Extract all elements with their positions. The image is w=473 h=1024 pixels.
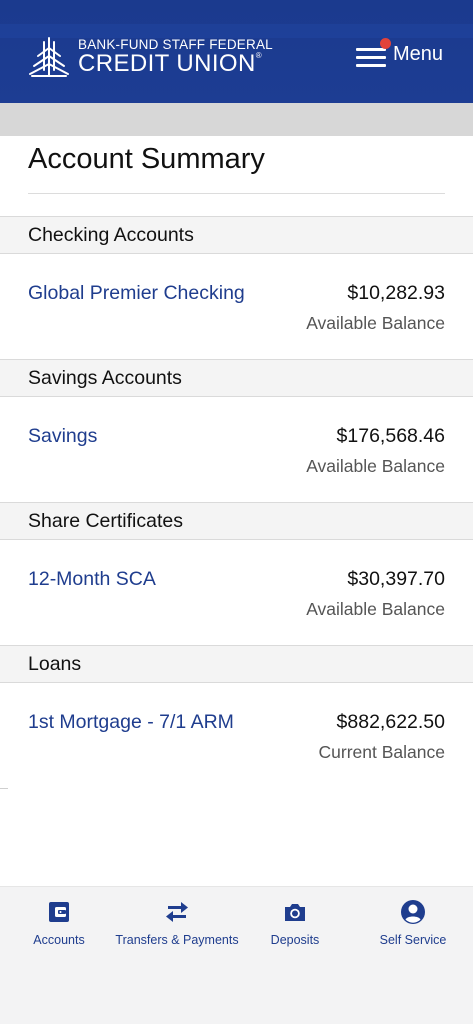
account-balance: $10,282.93 — [347, 282, 445, 304]
logo-registered-mark: ® — [255, 51, 262, 61]
logo-text: BANK-FUND STAFF FEDERAL CREDIT UNION® — [78, 38, 273, 77]
balance-label: Available Balance — [306, 456, 445, 476]
app-header: BANK-FUND STAFF FEDERAL CREDIT UNION® Me… — [0, 0, 473, 103]
header-divider-band — [0, 103, 473, 136]
menu-button[interactable]: Menu — [355, 37, 443, 67]
logo-credit-union: CREDIT UNION — [78, 50, 256, 78]
tab-label: Self Service — [379, 933, 447, 947]
balance-label: Current Balance — [318, 742, 445, 762]
section-header-loans: Loans — [0, 645, 473, 683]
logo-top-line: BANK-FUND STAFF FEDERAL — [78, 36, 273, 52]
wallet-icon — [49, 902, 69, 922]
account-name[interactable]: Savings — [28, 425, 97, 448]
user-circle-icon — [401, 900, 425, 924]
notification-dot — [379, 37, 391, 49]
camera-icon — [285, 904, 305, 921]
bottom-tab-bar: Accounts Transfers & Payments Deposits S… — [0, 886, 473, 1024]
tab-label: Transfers & Payments — [115, 933, 239, 947]
transfer-arrows-icon — [166, 902, 188, 922]
section-header-certificates: Share Certificates — [0, 502, 473, 540]
account-row-certificate[interactable]: 12-Month SCA $30,397.70 Available Balanc… — [0, 540, 473, 645]
logo-bottom-line: CREDIT UNION® — [78, 52, 273, 76]
tab-transfers-payments[interactable]: Transfers & Payments — [115, 899, 239, 959]
account-balance: $176,568.46 — [336, 425, 445, 447]
account-balance: $30,397.70 — [347, 568, 445, 590]
balance-label: Available Balance — [306, 313, 445, 333]
hamburger-icon — [355, 37, 391, 67]
account-name[interactable]: 1st Mortgage - 7/1 ARM — [28, 711, 234, 734]
account-name[interactable]: 12-Month SCA — [28, 568, 156, 591]
tab-label: Accounts — [33, 933, 85, 947]
account-row-savings[interactable]: Savings $176,568.46 Available Balance — [0, 397, 473, 502]
tab-label: Deposits — [270, 933, 320, 947]
tab-deposits[interactable]: Deposits — [236, 899, 354, 959]
credit-union-logo[interactable]: BANK-FUND STAFF FEDERAL CREDIT UNION® — [28, 36, 273, 78]
tab-accounts[interactable]: Accounts — [0, 899, 118, 959]
page-title: Account Summary — [28, 143, 265, 175]
section-header-savings: Savings Accounts — [0, 359, 473, 397]
account-name[interactable]: Global Premier Checking — [28, 282, 245, 305]
account-row-checking[interactable]: Global Premier Checking $10,282.93 Avail… — [0, 254, 473, 359]
balance-label: Available Balance — [306, 599, 445, 619]
account-row-mortgage[interactable]: 1st Mortgage - 7/1 ARM $882,622.50 Curre… — [0, 683, 473, 788]
tab-self-service[interactable]: Self Service — [354, 899, 472, 959]
logo-tree-icon — [29, 37, 69, 77]
account-balance: $882,622.50 — [336, 711, 445, 733]
title-divider — [28, 193, 445, 194]
divider-tick — [0, 788, 8, 789]
menu-label: Menu — [392, 43, 443, 65]
section-header-checking: Checking Accounts — [0, 216, 473, 254]
